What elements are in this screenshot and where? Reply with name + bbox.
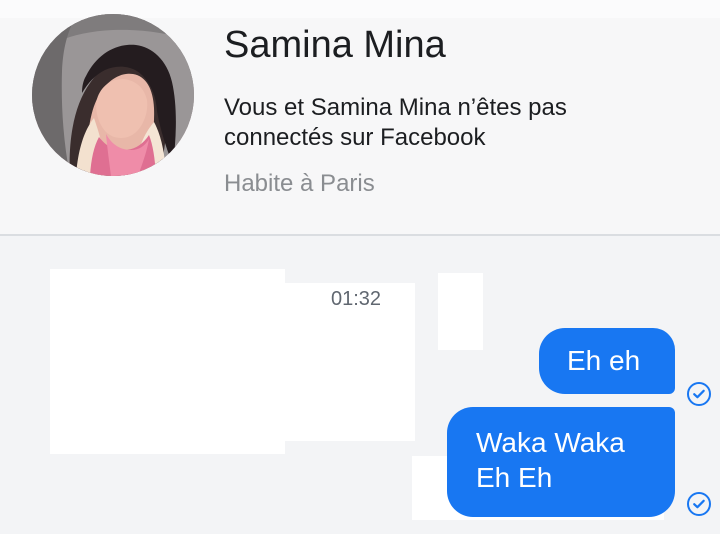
profile-card: Samina Mina Vous et Samina Mina n’êtes p…	[0, 0, 720, 236]
profile-name: Samina Mina	[224, 24, 446, 66]
check-circle-icon	[687, 382, 711, 406]
message-bubble[interactable]: Eh eh	[539, 328, 675, 394]
message-text: Waka Waka	[476, 427, 625, 458]
avatar[interactable]	[32, 14, 194, 176]
message-timestamp: 01:32	[331, 288, 382, 310]
blurred-region-left	[50, 269, 285, 454]
message-bubble[interactable]: Waka Waka Eh Eh	[447, 407, 675, 517]
blurred-region-right	[438, 273, 483, 350]
location-text: Habite à Paris	[224, 170, 375, 197]
message-text: Eh eh	[567, 345, 641, 376]
connection-status: Vous et Samina Mina n’êtes pas connectés…	[224, 94, 567, 151]
profile-photo	[32, 14, 194, 176]
message-text: Eh Eh	[476, 462, 553, 494]
chat-area: 01:32 Eh eh Waka Waka Eh Eh	[0, 236, 720, 534]
check-circle-icon	[687, 492, 711, 516]
